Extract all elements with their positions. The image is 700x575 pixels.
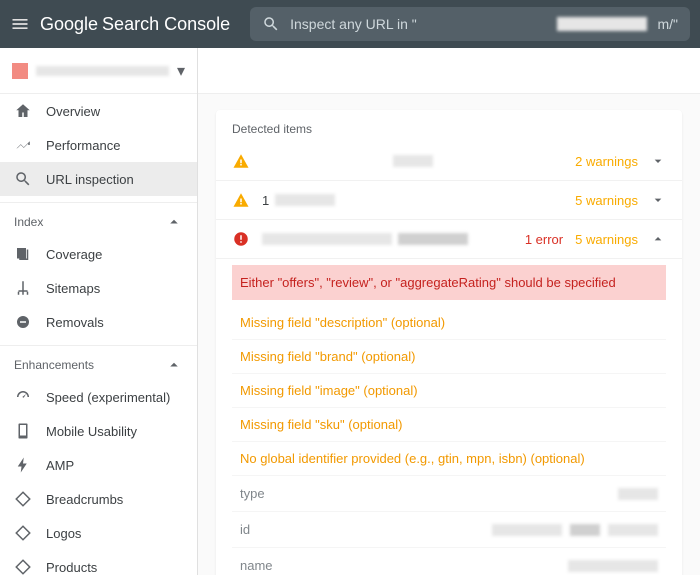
detected-items-heading: Detected items	[216, 110, 682, 142]
logo-search-console: Search Console	[102, 14, 230, 35]
error-count: 1 error	[525, 232, 563, 247]
trend-icon	[14, 136, 32, 154]
menu-icon[interactable]	[10, 14, 30, 34]
field-row-id: id	[232, 512, 666, 548]
chevron-up-icon	[650, 230, 666, 248]
field-key: name	[240, 558, 300, 573]
sidebar-item-removals[interactable]: Removals	[0, 305, 197, 339]
sidebar-item-speed-experimental-[interactable]: Speed (experimental)	[0, 380, 197, 414]
mobile-icon	[14, 422, 32, 440]
caret-down-icon: ▾	[177, 61, 185, 81]
chevron-down-icon	[650, 152, 666, 170]
pages-icon	[14, 245, 32, 263]
field-key: id	[240, 522, 300, 537]
warning-icon	[232, 152, 250, 170]
sidebar-item-label: Mobile Usability	[46, 424, 137, 439]
item-name-redacted	[262, 233, 392, 245]
search-icon	[262, 15, 280, 33]
sidebar-item-label: Products	[46, 560, 97, 575]
chevron-up-icon	[165, 213, 183, 231]
home-icon	[14, 102, 32, 120]
search-icon	[14, 170, 32, 188]
field-value-redacted	[316, 560, 658, 572]
section-title: Enhancements	[14, 358, 94, 372]
diamond-icon	[14, 524, 32, 542]
warning-icon	[232, 191, 250, 209]
bolt-icon	[14, 456, 32, 474]
section-title: Index	[14, 215, 43, 229]
sidebar-item-url-inspection[interactable]: URL inspection	[0, 162, 197, 196]
warning-message: Missing field "brand" (optional)	[232, 340, 666, 374]
chevron-up-icon	[165, 356, 183, 374]
sidebar-item-performance[interactable]: Performance	[0, 128, 197, 162]
sidebar-item-mobile-usability[interactable]: Mobile Usability	[0, 414, 197, 448]
top-whitebar	[198, 48, 700, 94]
product-logo: Google Search Console	[40, 14, 230, 35]
logo-google: Google	[40, 14, 98, 35]
redacted-domain	[557, 17, 647, 31]
diamond-icon	[14, 490, 32, 508]
sidebar-item-label: Overview	[46, 104, 100, 119]
sidebar-item-label: Coverage	[46, 247, 102, 262]
speed-icon	[14, 388, 32, 406]
sidebar-item-coverage[interactable]: Coverage	[0, 237, 197, 271]
sidebar-item-label: Speed (experimental)	[46, 390, 170, 405]
error-icon	[232, 230, 250, 248]
url-inspect-input[interactable]	[290, 16, 547, 32]
detected-items-card: Detected items 2 warnings 1 5 warnings 1…	[216, 110, 682, 575]
property-swatch	[12, 63, 28, 79]
error-message: Either "offers", "review", or "aggregate…	[232, 265, 666, 300]
warning-message: No global identifier provided (e.g., gti…	[232, 442, 666, 476]
sidebar-item-amp[interactable]: AMP	[0, 448, 197, 482]
property-name-redacted	[36, 66, 169, 76]
sidebar-item-logos[interactable]: Logos	[0, 516, 197, 550]
warning-count: 2 warnings	[575, 154, 638, 169]
field-value-redacted	[316, 488, 658, 500]
sidebar-item-overview[interactable]: Overview	[0, 94, 197, 128]
sitemap-icon	[14, 279, 32, 297]
field-key: type	[240, 486, 300, 501]
sidebar: ▾ Overview Performance URL inspection Inde…	[0, 48, 198, 575]
warning-count: 5 warnings	[575, 232, 638, 247]
remove-icon	[14, 313, 32, 331]
sidebar-item-sitemaps[interactable]: Sitemaps	[0, 271, 197, 305]
sidebar-item-label: Breadcrumbs	[46, 492, 123, 507]
field-value-redacted	[316, 524, 658, 536]
app-header: Google Search Console m/"	[0, 0, 700, 48]
diamond-icon	[14, 558, 32, 575]
main-content: Detected items 2 warnings 1 5 warnings 1…	[198, 48, 700, 575]
warning-message: Missing field "description" (optional)	[232, 306, 666, 340]
sidebar-item-label: AMP	[46, 458, 74, 473]
sidebar-item-label: Removals	[46, 315, 104, 330]
warning-message: Missing field "sku" (optional)	[232, 408, 666, 442]
property-selector[interactable]: ▾	[0, 48, 197, 94]
url-inspect-search[interactable]: m/"	[250, 7, 690, 41]
warning-count: 5 warnings	[575, 193, 638, 208]
detected-item-row[interactable]: 2 warnings	[216, 142, 682, 181]
field-row-name: name	[232, 548, 666, 575]
sidebar-section-index[interactable]: Index	[0, 202, 197, 237]
chevron-down-icon	[650, 191, 666, 209]
field-row-type: type	[232, 476, 666, 512]
sidebar-item-label: Sitemaps	[46, 281, 100, 296]
sidebar-item-label: Performance	[46, 138, 120, 153]
sidebar-item-label: URL inspection	[46, 172, 134, 187]
warning-message: Missing field "image" (optional)	[232, 374, 666, 408]
item-name-redacted	[275, 194, 335, 206]
detected-item-row[interactable]: 1 5 warnings	[216, 181, 682, 220]
sidebar-section-enhancements[interactable]: Enhancements	[0, 345, 197, 380]
sidebar-item-products[interactable]: Products	[0, 550, 197, 575]
detected-item-row[interactable]: 1 error 5 warnings	[216, 220, 682, 259]
sidebar-item-breadcrumbs[interactable]: Breadcrumbs	[0, 482, 197, 516]
sidebar-item-label: Logos	[46, 526, 81, 541]
